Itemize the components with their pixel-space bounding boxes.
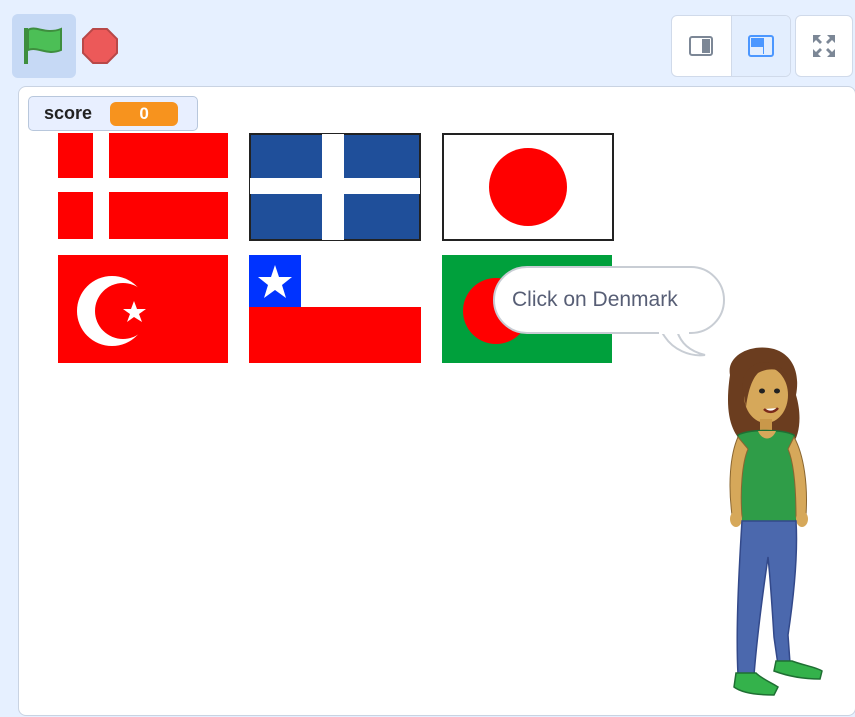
stop-sign-icon bbox=[82, 28, 118, 64]
score-label: score bbox=[44, 103, 93, 123]
speech-bubble: Click on Denmark bbox=[493, 266, 725, 334]
fullscreen-button[interactable] bbox=[795, 15, 853, 77]
normal-stage-button[interactable] bbox=[730, 16, 790, 76]
small-stage-icon bbox=[689, 36, 714, 56]
green-flag-button[interactable] bbox=[12, 14, 76, 78]
japan-flag[interactable] bbox=[442, 133, 614, 241]
finland-flag[interactable] bbox=[249, 133, 421, 241]
stop-button[interactable] bbox=[82, 28, 118, 64]
small-stage-button[interactable] bbox=[672, 16, 731, 76]
girl-character-sprite[interactable] bbox=[702, 345, 842, 705]
score-value: 0 bbox=[110, 101, 179, 126]
score-monitor: score 0 bbox=[28, 96, 198, 131]
chile-flag[interactable] bbox=[249, 255, 421, 363]
turkey-flag[interactable] bbox=[58, 255, 228, 363]
normal-stage-icon bbox=[747, 35, 774, 57]
green-flag-icon bbox=[24, 27, 62, 64]
stage-toolbar bbox=[0, 0, 855, 86]
fullscreen-icon bbox=[813, 35, 835, 57]
stage-canvas[interactable]: score 0 Click on Denmark bbox=[18, 86, 855, 716]
denmark-flag[interactable] bbox=[58, 133, 228, 239]
stage-size-toggle bbox=[671, 15, 791, 77]
speech-text: Click on Denmark bbox=[512, 288, 678, 311]
